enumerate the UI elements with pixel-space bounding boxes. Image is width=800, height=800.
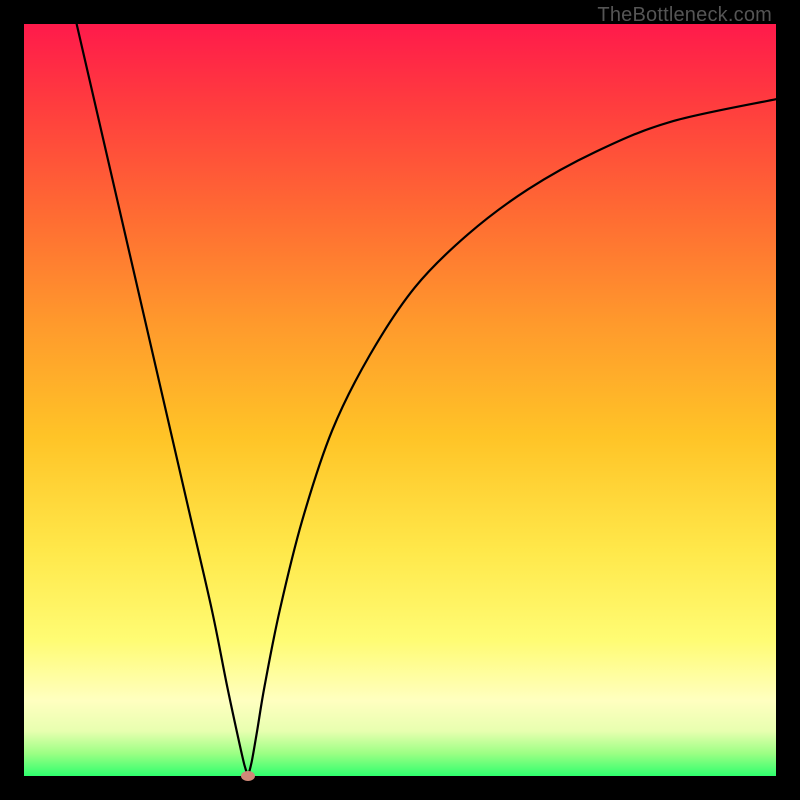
minimum-marker [241,771,255,781]
bottleneck-curve [24,24,776,776]
curve-path [77,24,776,776]
